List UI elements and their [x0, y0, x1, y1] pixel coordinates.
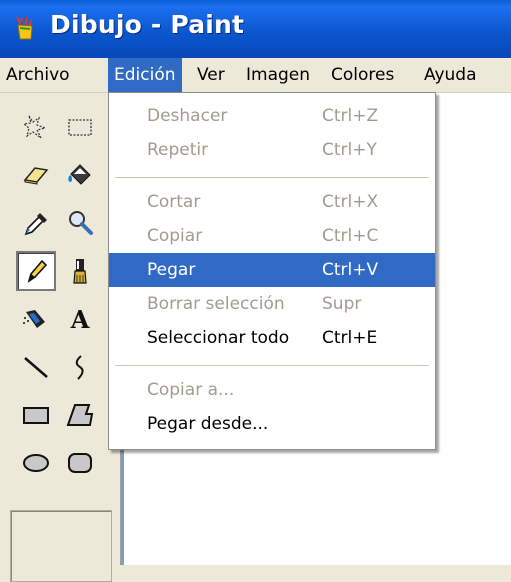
eraser-icon [23, 167, 49, 185]
rect-select-icon [68, 119, 92, 136]
line-icon [24, 357, 48, 378]
magnifier-tool[interactable] [60, 203, 100, 243]
menu-imagen[interactable]: Imagen [240, 58, 316, 92]
menu-item-label: Repetir [147, 140, 209, 160]
menu-item-deshacer[interactable]: Deshacer Ctrl+Z [109, 99, 435, 133]
brush-tool[interactable] [60, 251, 100, 291]
menu-item-label: Copiar a... [147, 380, 235, 400]
svg-text:A: A [70, 305, 90, 334]
ellipse-icon [23, 454, 49, 472]
magnifier-icon [69, 211, 93, 235]
rectangle-icon [23, 407, 49, 424]
menu-item-repetir[interactable]: Repetir Ctrl+Y [109, 133, 435, 167]
rect-select-tool[interactable] [60, 107, 100, 147]
paint-app-icon [16, 15, 33, 40]
menu-item-copiar-a[interactable]: Copiar a... [109, 373, 435, 407]
menu-item-borrar-seleccion[interactable]: Borrar selección Supr [109, 287, 435, 321]
menu-item-shortcut: Ctrl+Z [322, 106, 379, 126]
menu-item-cortar[interactable]: Cortar Ctrl+X [109, 185, 435, 219]
rectangle-tool[interactable] [16, 395, 56, 435]
menu-item-shortcut: Ctrl+Y [322, 140, 377, 160]
menu-item-label: Seleccionar todo [147, 328, 290, 348]
menu-item-copiar[interactable]: Copiar Ctrl+C [109, 219, 435, 253]
eraser-tool[interactable] [16, 155, 56, 195]
menu-item-shortcut: Ctrl+C [322, 226, 379, 246]
brush-icon [73, 259, 87, 284]
edit-menu-dropdown: Deshacer Ctrl+Z Repetir Ctrl+Y Cortar Ct… [108, 92, 436, 450]
menu-item-label: Copiar [147, 226, 203, 246]
pencil-tool[interactable] [16, 251, 56, 291]
free-form-select-tool[interactable] [16, 107, 56, 147]
text-icon: A [70, 305, 90, 334]
menu-item-shortcut: Ctrl+V [322, 260, 379, 280]
color-picker-icon [24, 213, 47, 236]
rounded-rectangle-icon [68, 453, 92, 473]
menu-item-pegar-desde[interactable]: Pegar desde... [109, 407, 435, 441]
menu-ayuda[interactable]: Ayuda [418, 58, 483, 92]
menu-item-label: Cortar [147, 192, 201, 212]
polygon-tool[interactable] [60, 395, 100, 435]
ellipse-tool[interactable] [16, 443, 56, 483]
menu-item-shortcut: Ctrl+E [322, 328, 378, 348]
menu-item-label: Pegar desde... [147, 414, 269, 434]
menu-item-label: Deshacer [147, 106, 228, 126]
menu-separator [115, 365, 429, 367]
pencil-icon [27, 259, 48, 283]
airbrush-icon [23, 310, 45, 328]
menu-separator [115, 177, 429, 179]
polygon-icon [66, 404, 94, 426]
airbrush-tool[interactable] [16, 299, 56, 339]
menu-bar: Archivo Edición Ver Imagen Colores Ayuda [0, 58, 511, 93]
tool-options-box[interactable] [10, 510, 112, 582]
curve-icon [75, 355, 84, 380]
menu-edicion[interactable]: Edición [108, 58, 182, 92]
curve-tool[interactable] [60, 347, 100, 387]
text-tool[interactable]: A [60, 299, 100, 339]
fill-bucket-tool[interactable] [60, 155, 100, 195]
menu-item-pegar[interactable]: Pegar Ctrl+V [109, 253, 435, 287]
menu-colores[interactable]: Colores [325, 58, 400, 92]
window-title: Dibujo - Paint [50, 10, 245, 39]
line-tool[interactable] [16, 347, 56, 387]
menu-item-label: Pegar [147, 260, 196, 280]
title-bar[interactable]: Dibujo - Paint [0, 0, 511, 58]
menu-item-label: Borrar selección [147, 294, 285, 314]
menu-item-shortcut: Supr [322, 294, 362, 314]
menu-archivo[interactable]: Archivo [0, 58, 76, 92]
menu-item-shortcut: Ctrl+X [322, 192, 379, 212]
color-picker-tool[interactable] [16, 203, 56, 243]
rounded-rectangle-tool[interactable] [60, 443, 100, 483]
free-form-select-icon [22, 115, 48, 139]
fill-bucket-icon [68, 164, 91, 185]
menu-ver[interactable]: Ver [191, 58, 231, 92]
toolbox: A [0, 93, 121, 582]
menu-item-seleccionar-todo[interactable]: Seleccionar todo Ctrl+E [109, 321, 435, 355]
